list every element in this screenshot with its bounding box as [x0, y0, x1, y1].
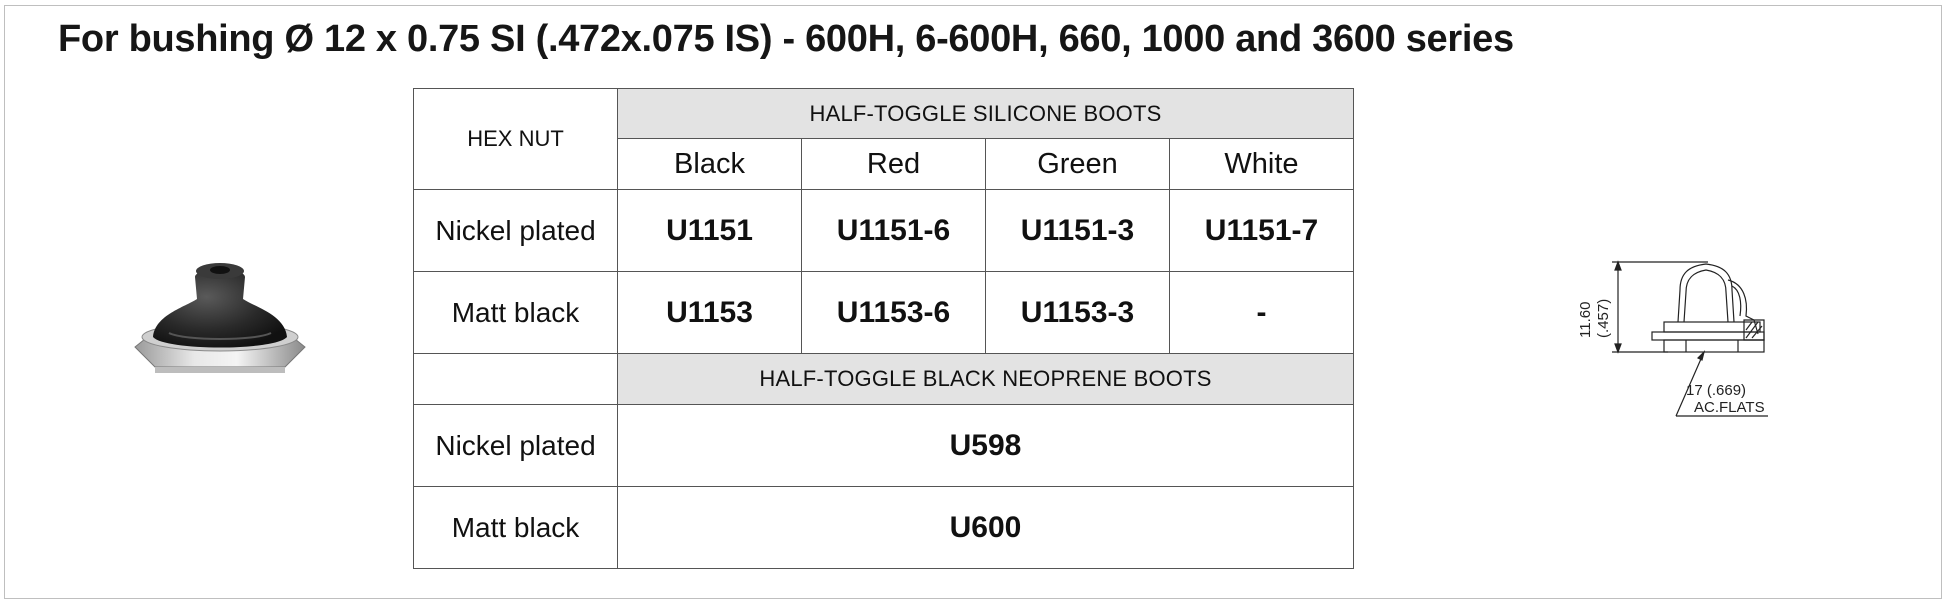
part-code: U600 — [617, 486, 1354, 569]
part-code: U1153-3 — [985, 271, 1170, 354]
part-code: U1151-3 — [985, 189, 1170, 272]
neoprene-boots-header: HALF-TOGGLE BLACK NEOPRENE BOOTS — [617, 353, 1354, 405]
part-code: - — [1169, 271, 1354, 354]
part-code: U1151-6 — [801, 189, 986, 272]
color-header-red: Red — [801, 138, 986, 190]
finish-nickel-plated: Nickel plated — [413, 189, 618, 272]
part-number-table: HEX NUT HALF-TOGGLE SILICONE BOOTS Black… — [413, 88, 1354, 569]
height-dimension-mm: 11.60 — [1577, 302, 1594, 338]
color-header-white: White — [1169, 138, 1354, 190]
finish-matt-black: Matt black — [413, 486, 618, 569]
color-header-green: Green — [985, 138, 1170, 190]
flats-dimension: 17 (.669) — [1686, 382, 1746, 399]
hex-nut-header: HEX NUT — [413, 88, 618, 190]
part-code: U598 — [617, 404, 1354, 487]
page-title: For bushing Ø 12 x 0.75 SI (.472x.075 IS… — [58, 18, 1514, 60]
flats-label: AC.FLATS — [1694, 399, 1765, 416]
finish-nickel-plated: Nickel plated — [413, 404, 618, 487]
silicone-boots-header: HALF-TOGGLE SILICONE BOOTS — [617, 88, 1354, 139]
height-dimension-inch: (.457) — [1595, 299, 1612, 338]
part-code: U1151-7 — [1169, 189, 1354, 272]
part-code: U1153-6 — [801, 271, 986, 354]
dimension-drawing: 11.60 (.457) 17 (.669) AC.FLATS — [1577, 260, 1768, 417]
color-header-black: Black — [617, 138, 802, 190]
boot-photo-image — [134, 263, 306, 373]
blank-cell — [413, 353, 618, 405]
finish-matt-black: Matt black — [413, 271, 618, 354]
part-code: U1151 — [617, 189, 802, 272]
part-code: U1153 — [617, 271, 802, 354]
